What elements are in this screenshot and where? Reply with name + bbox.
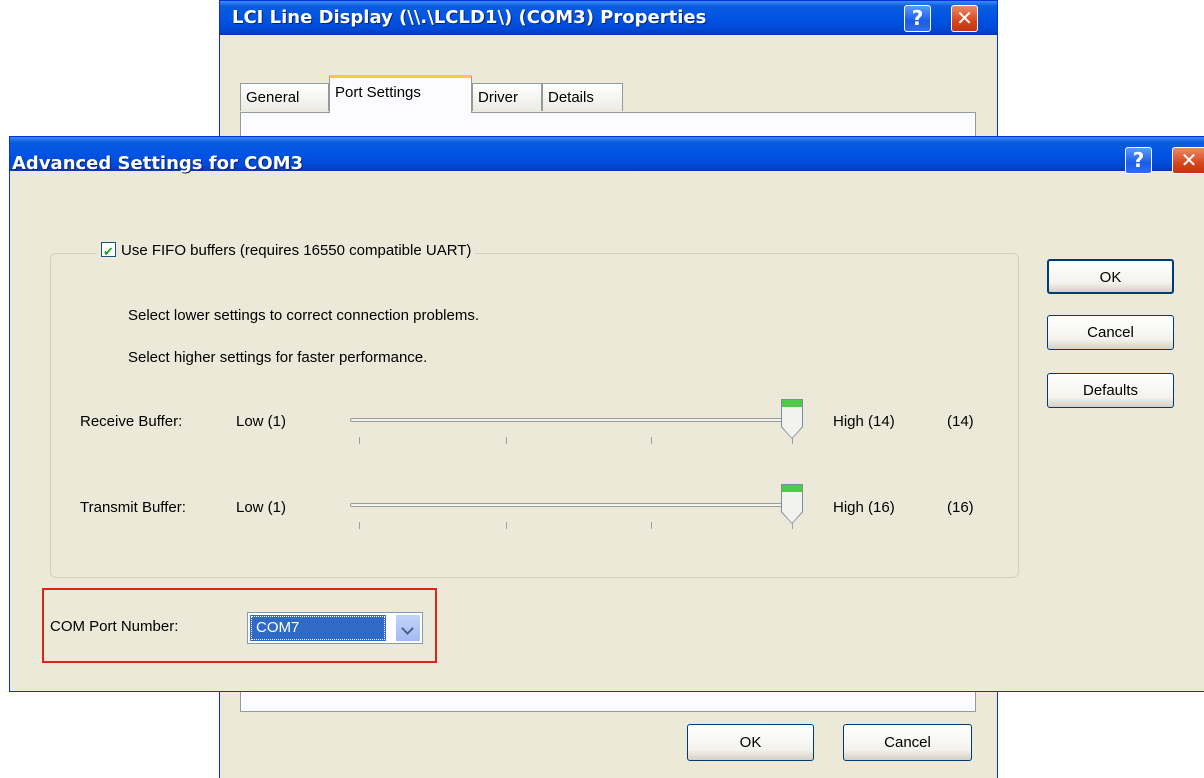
defaults-button[interactable]: Defaults	[1047, 373, 1174, 408]
tab-details[interactable]: Details	[542, 83, 623, 111]
tab-general[interactable]: General	[240, 83, 329, 111]
com-port-select[interactable]: COM7	[247, 612, 423, 644]
chevron-down-icon[interactable]	[395, 614, 421, 642]
slider-tick	[506, 437, 507, 444]
close-icon[interactable]: ✕	[1172, 147, 1204, 174]
help-icon[interactable]: ?	[1125, 147, 1152, 174]
slider-tick	[792, 522, 793, 529]
transmit-high-label: High (16)	[833, 499, 895, 516]
advanced-settings-dialog: Advanced Settings for COM3 ? ✕ Use FIFO …	[9, 136, 1204, 692]
hint-higher-text: Select higher settings for faster perfor…	[128, 349, 428, 366]
tab-driver[interactable]: Driver	[472, 83, 542, 111]
transmit-slider-track[interactable]	[350, 503, 801, 507]
receive-slider-track[interactable]	[350, 418, 801, 422]
checkbox-checked-icon[interactable]	[101, 240, 116, 264]
slider-tick	[359, 522, 360, 529]
receive-buffer-label: Receive Buffer:	[80, 413, 183, 430]
transmit-current-value: (16)	[947, 499, 974, 516]
transmit-low-label: Low (1)	[236, 499, 287, 516]
slider-tick	[506, 522, 507, 529]
slider-tick	[651, 522, 652, 529]
fifo-checkbox[interactable]: Use FIFO buffers (requires 16550 compati…	[97, 239, 476, 264]
help-icon[interactable]: ?	[904, 5, 931, 32]
fifo-label: Use FIFO buffers (requires 16550 compati…	[121, 242, 472, 259]
properties-ok-button[interactable]: OK	[687, 724, 814, 761]
advanced-title: Advanced Settings for COM3	[12, 153, 304, 174]
receive-high-label: High (14)	[833, 413, 895, 430]
com-port-label: COM Port Number:	[50, 618, 179, 635]
slider-tick	[359, 437, 360, 444]
transmit-buffer-label: Transmit Buffer:	[80, 499, 186, 516]
properties-titlebar[interactable]: LCI Line Display (\\.\LCLD1\) (COM3) Pro…	[220, 1, 997, 35]
cancel-button[interactable]: Cancel	[1047, 315, 1174, 350]
slider-tick	[792, 437, 793, 444]
slider-tick	[651, 437, 652, 444]
properties-title: LCI Line Display (\\.\LCLD1\) (COM3) Pro…	[232, 7, 707, 28]
ok-button[interactable]: OK	[1047, 259, 1174, 294]
tab-port-settings[interactable]: Port Settings	[329, 75, 472, 113]
close-icon[interactable]: ✕	[951, 5, 978, 32]
hint-lower-text: Select lower settings to correct connect…	[128, 307, 479, 324]
receive-low-label: Low (1)	[236, 413, 287, 430]
com-port-selected-value[interactable]: COM7	[250, 615, 386, 641]
receive-current-value: (14)	[947, 413, 974, 430]
advanced-titlebar[interactable]: Advanced Settings for COM3 ? ✕	[10, 137, 1204, 174]
properties-cancel-button[interactable]: Cancel	[843, 724, 972, 761]
